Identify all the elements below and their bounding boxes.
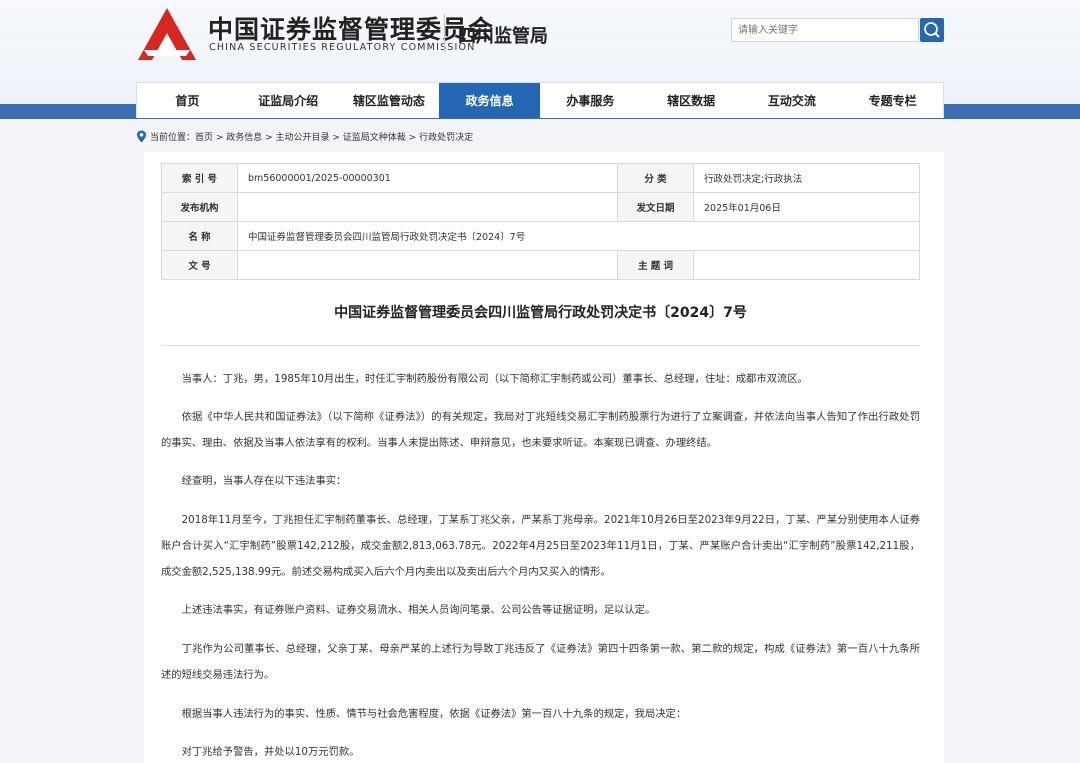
meta-date-label: 发文日期 [617,192,694,222]
org-name-en: CHINA SECURITIES REGULATORY COMMISSION [209,42,476,53]
main-nav: 首页 证监局介绍 辖区监管动态 政务信息 办事服务 辖区数据 互动交流 专题专栏 [136,82,944,118]
breadcrumb: 当前位置： 首页 > 政务信息 > 主动公开目录 > 证监局文种体裁 > 行政处… [136,128,473,144]
search-icon [924,22,940,38]
nav-item-interaction[interactable]: 互动交流 [742,83,843,118]
header-divider [444,14,445,52]
title-divider [161,345,920,346]
location-pin-icon [137,130,146,142]
org-name-cn: 中国证券监督管理委员会 [208,15,495,44]
nav-item-services[interactable]: 办事服务 [540,83,641,118]
nav-item-bureau-intro[interactable]: 证监局介绍 [238,83,339,118]
bureau-name: 四川监管局 [458,26,548,47]
nav-item-data[interactable]: 辖区数据 [641,83,742,118]
meta-index-label: 索 引 号 [161,163,238,193]
meta-subject-value [693,250,920,280]
breadcrumb-path[interactable]: 首页 > 政务信息 > 主动公开目录 > 证监局文种体裁 > 行政处罚决定 [195,130,473,143]
meta-docno-value [237,250,618,280]
meta-index-value: bm56000001/2025-00000301 [237,163,618,193]
paragraph-facts: 2018年11月至今，丁兆担任汇宇制药董事长、总经理，丁某系丁兆父亲，严某系丁兆… [161,514,920,578]
nav-item-regulatory-news[interactable]: 辖区监管动态 [339,83,440,118]
meta-name-value: 中国证券监督管理委员会四川监管局行政处罚决定书〔2024〕7号 [237,221,920,251]
nav-item-topics[interactable]: 专题专栏 [842,83,943,118]
meta-name-label: 名 称 [161,221,238,251]
paragraph-violation: 丁兆作为公司董事长、总经理，父亲丁某、母亲严某的上述行为导致丁兆违反了《证券法》… [161,643,920,681]
search-button[interactable] [920,18,944,42]
document-title: 中国证券监督管理委员会四川监管局行政处罚决定书〔2024〕7号 [334,305,747,321]
paragraph-penalty: 对丁兆给予警告，并处以10万元罚款。 [181,746,360,758]
meta-category-label: 分 类 [617,163,694,193]
meta-subject-label: 主 题 词 [617,250,694,280]
document-meta-table: 索 引 号 bm56000001/2025-00000301 分 类 行政处罚决… [161,163,920,280]
paragraph-basis: 依据《中华人民共和国证券法》（以下简称《证券法》）的有关规定，我局对丁兆短线交易… [161,411,920,449]
meta-issuer-label: 发布机构 [161,192,238,222]
paragraph-party: 当事人：丁兆，男，1985年10月出生，时任汇宇制药股份有限公司（以下简称汇宇制… [181,373,808,385]
meta-category-value: 行政处罚决定;行政执法 [693,163,920,193]
paragraph-findings-intro: 经查明，当事人存在以下违法事实： [181,475,347,487]
nav-item-home[interactable]: 首页 [137,83,238,118]
meta-issuer-value [237,192,618,222]
paragraph-evidence: 上述违法事实，有证券账户资料、证券交易流水、相关人员询问笔录、公司公告等证据证明… [181,604,656,616]
csrc-logo[interactable] [136,6,198,62]
search-input[interactable] [731,18,919,42]
paragraph-decision-basis: 根据当事人违法行为的事实、性质、情节与社会危害程度，依据《证券法》第一百八十九条… [181,708,687,720]
meta-date-value: 2025年01月06日 [693,192,920,222]
meta-docno-label: 文 号 [161,250,238,280]
breadcrumb-label: 当前位置： [150,132,196,143]
nav-item-gov-info[interactable]: 政务信息 [439,83,540,118]
